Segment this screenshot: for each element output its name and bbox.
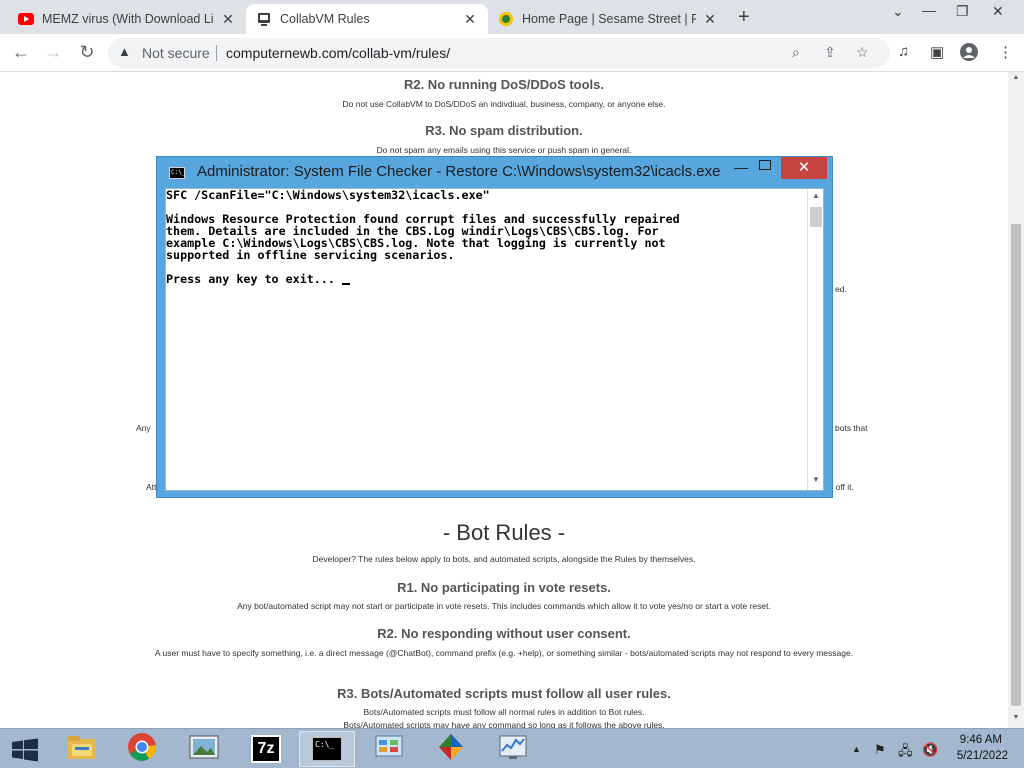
scroll-down-arrow-icon[interactable]: ▼ (1008, 714, 1024, 721)
menu-icon[interactable]: ⋮ (998, 43, 1013, 61)
control-panel-icon (373, 733, 405, 766)
bot-rules-intro: Developer? The rules below apply to bots… (312, 554, 696, 564)
close-icon[interactable]: ✕ (220, 11, 236, 28)
rule-text-fragment: bots that (835, 423, 868, 433)
rule-heading-r2: R2. No running DoS/DDoS tools. (403, 77, 605, 92)
minimize-button[interactable]: — (731, 159, 751, 175)
console-line: supported in offline servicing scenarios… (166, 248, 455, 262)
forward-button[interactable]: → (42, 42, 64, 63)
taskbar-app-cmd[interactable]: C:\_ (299, 731, 355, 767)
browser-tab-strip: MEMZ virus (With Download Link ✕ CollabV… (0, 0, 1024, 34)
bot-rule-text-r3-line2: Bots/Automated scripts may have any comm… (343, 720, 665, 728)
show-hidden-icons-icon[interactable]: ▲ (852, 744, 861, 754)
tab-title: CollabVM Rules (280, 12, 370, 26)
warning-icon[interactable]: ▲ (118, 44, 131, 59)
share-icon[interactable]: ⇪ (824, 44, 836, 61)
taskbar-app-chrome[interactable] (114, 731, 170, 767)
chrome-icon (127, 732, 157, 767)
reload-button[interactable]: ↻ (76, 42, 98, 63)
network-icon[interactable]: 🖧 (898, 742, 913, 764)
scrollbar-thumb[interactable] (1011, 224, 1021, 706)
tab-title: MEMZ virus (With Download Link (42, 12, 214, 26)
maximize-button[interactable] (759, 160, 771, 170)
scroll-up-arrow-icon[interactable]: ▲ (1008, 74, 1024, 81)
taskbar-app-resource-monitor[interactable] (485, 731, 541, 767)
tab-memz-video[interactable]: MEMZ virus (With Download Link ✕ (8, 4, 246, 34)
cmd-window-title: Administrator: System File Checker - Res… (197, 163, 721, 180)
taskbar: 7z C:\_ ▲ ⚑ 🖧 🔇 9:46 AM 5/21/2022 (0, 728, 1024, 768)
taskbar-app-photos[interactable] (176, 731, 232, 767)
bookmark-star-icon[interactable]: ☆ (856, 44, 869, 61)
browser-toolbar: ← → ↻ ▲ Not secure computernewb.com/coll… (0, 34, 1024, 72)
close-window-icon[interactable]: ✕ (992, 3, 1004, 20)
rule-text-fragment: Any (136, 423, 151, 433)
new-tab-button[interactable]: + (738, 6, 750, 29)
7zip-icon: 7z (251, 735, 281, 763)
clock-time[interactable]: 9:46 AM (944, 734, 1002, 746)
scroll-down-arrow-icon[interactable]: ▼ (808, 475, 824, 484)
volume-muted-icon[interactable]: 🔇 (922, 742, 938, 758)
page-scrollbar[interactable]: ▲ ▼ (1008, 72, 1024, 728)
rule-text-r2: Do not use CollabVM to DoS/DDoS an indiv… (342, 99, 666, 109)
address-bar[interactable]: ▲ Not secure computernewb.com/collab-vm/… (108, 38, 890, 68)
close-button[interactable]: ✕ (781, 157, 827, 179)
taskbar-app-file-explorer[interactable] (54, 731, 110, 767)
console-scrollbar[interactable]: ▲ ▼ (807, 189, 823, 490)
rule-text-fragment: Att (146, 482, 157, 492)
cmd-window[interactable]: C:\_ Administrator: System File Checker … (156, 156, 833, 498)
back-button[interactable]: ← (10, 42, 32, 63)
console-line: SFC /ScanFile="C:\Windows\system32\icacl… (166, 188, 490, 202)
file-explorer-icon (66, 733, 98, 766)
rule-text-r3: Do not spam any emails using this servic… (376, 145, 632, 155)
tab-sesame-street[interactable]: Home Page | Sesame Street | PBS ✕ (488, 4, 728, 34)
profile-avatar-icon[interactable] (960, 43, 978, 65)
taskbar-app-7zip[interactable]: 7z (238, 731, 294, 767)
side-panel-icon[interactable]: ▣ (930, 43, 944, 61)
youtube-icon (18, 11, 34, 27)
collabvm-icon (256, 11, 272, 27)
cmd-icon: C:\_ (169, 167, 185, 179)
clock-date[interactable]: 5/21/2022 (944, 750, 1008, 762)
text-cursor (341, 283, 350, 285)
close-icon[interactable]: ✕ (462, 11, 478, 28)
bot-rule-heading-r3: R3. Bots/Automated scripts must follow a… (337, 686, 671, 701)
console-text: SFC /ScanFile="C:\Windows\system32\icacl… (166, 189, 804, 285)
divider (216, 45, 217, 61)
media-control-icon[interactable]: ♫ (898, 43, 909, 60)
tab-title: Home Page | Sesame Street | PBS (522, 12, 696, 26)
sesame-street-icon (498, 11, 514, 27)
restore-icon[interactable]: ❐ (956, 3, 969, 20)
taskbar-app-games[interactable] (423, 731, 479, 767)
bot-rule-text-r1: Any bot/automated script may not start o… (237, 601, 771, 611)
tab-search-icon[interactable]: ⌄ (892, 3, 904, 20)
rule-heading-r3: R3. No spam distribution. (425, 123, 583, 138)
console-line: Press any key to exit... (166, 272, 342, 286)
scrollbar-thumb[interactable] (810, 207, 822, 227)
start-button[interactable] (10, 738, 40, 762)
scroll-up-arrow-icon[interactable]: ▲ (808, 191, 824, 200)
minimize-icon[interactable]: — (922, 2, 936, 18)
resource-monitor-icon (497, 733, 529, 766)
zoom-icon[interactable]: ⌕ (792, 44, 800, 61)
cmd-icon: C:\_ (312, 737, 342, 761)
bot-rule-heading-r1: R1. No participating in vote resets. (397, 580, 611, 595)
bot-rule-heading-r2: R2. No responding without user consent. (377, 626, 631, 641)
console-area[interactable]: SFC /ScanFile="C:\Windows\system32\icacl… (165, 188, 824, 491)
taskbar-app-control-panel[interactable] (361, 731, 417, 767)
tab-collabvm-rules[interactable]: CollabVM Rules ✕ (246, 4, 488, 34)
rule-text-fragment: ed. (835, 284, 847, 294)
bot-rule-text-r3-line1: Bots/Automated scripts must follow all n… (363, 707, 645, 717)
close-icon[interactable]: ✕ (702, 11, 718, 28)
bot-rules-heading: - Bot Rules - (442, 520, 566, 545)
url-text[interactable]: computernewb.com/collab-vm/rules/ (226, 45, 450, 61)
bot-rule-text-r2: A user must have to specify something, i… (154, 648, 854, 658)
games-icon (435, 732, 467, 767)
security-label[interactable]: Not secure (142, 45, 210, 61)
action-center-flag-icon[interactable]: ⚑ (874, 742, 886, 758)
photos-icon (188, 733, 220, 766)
